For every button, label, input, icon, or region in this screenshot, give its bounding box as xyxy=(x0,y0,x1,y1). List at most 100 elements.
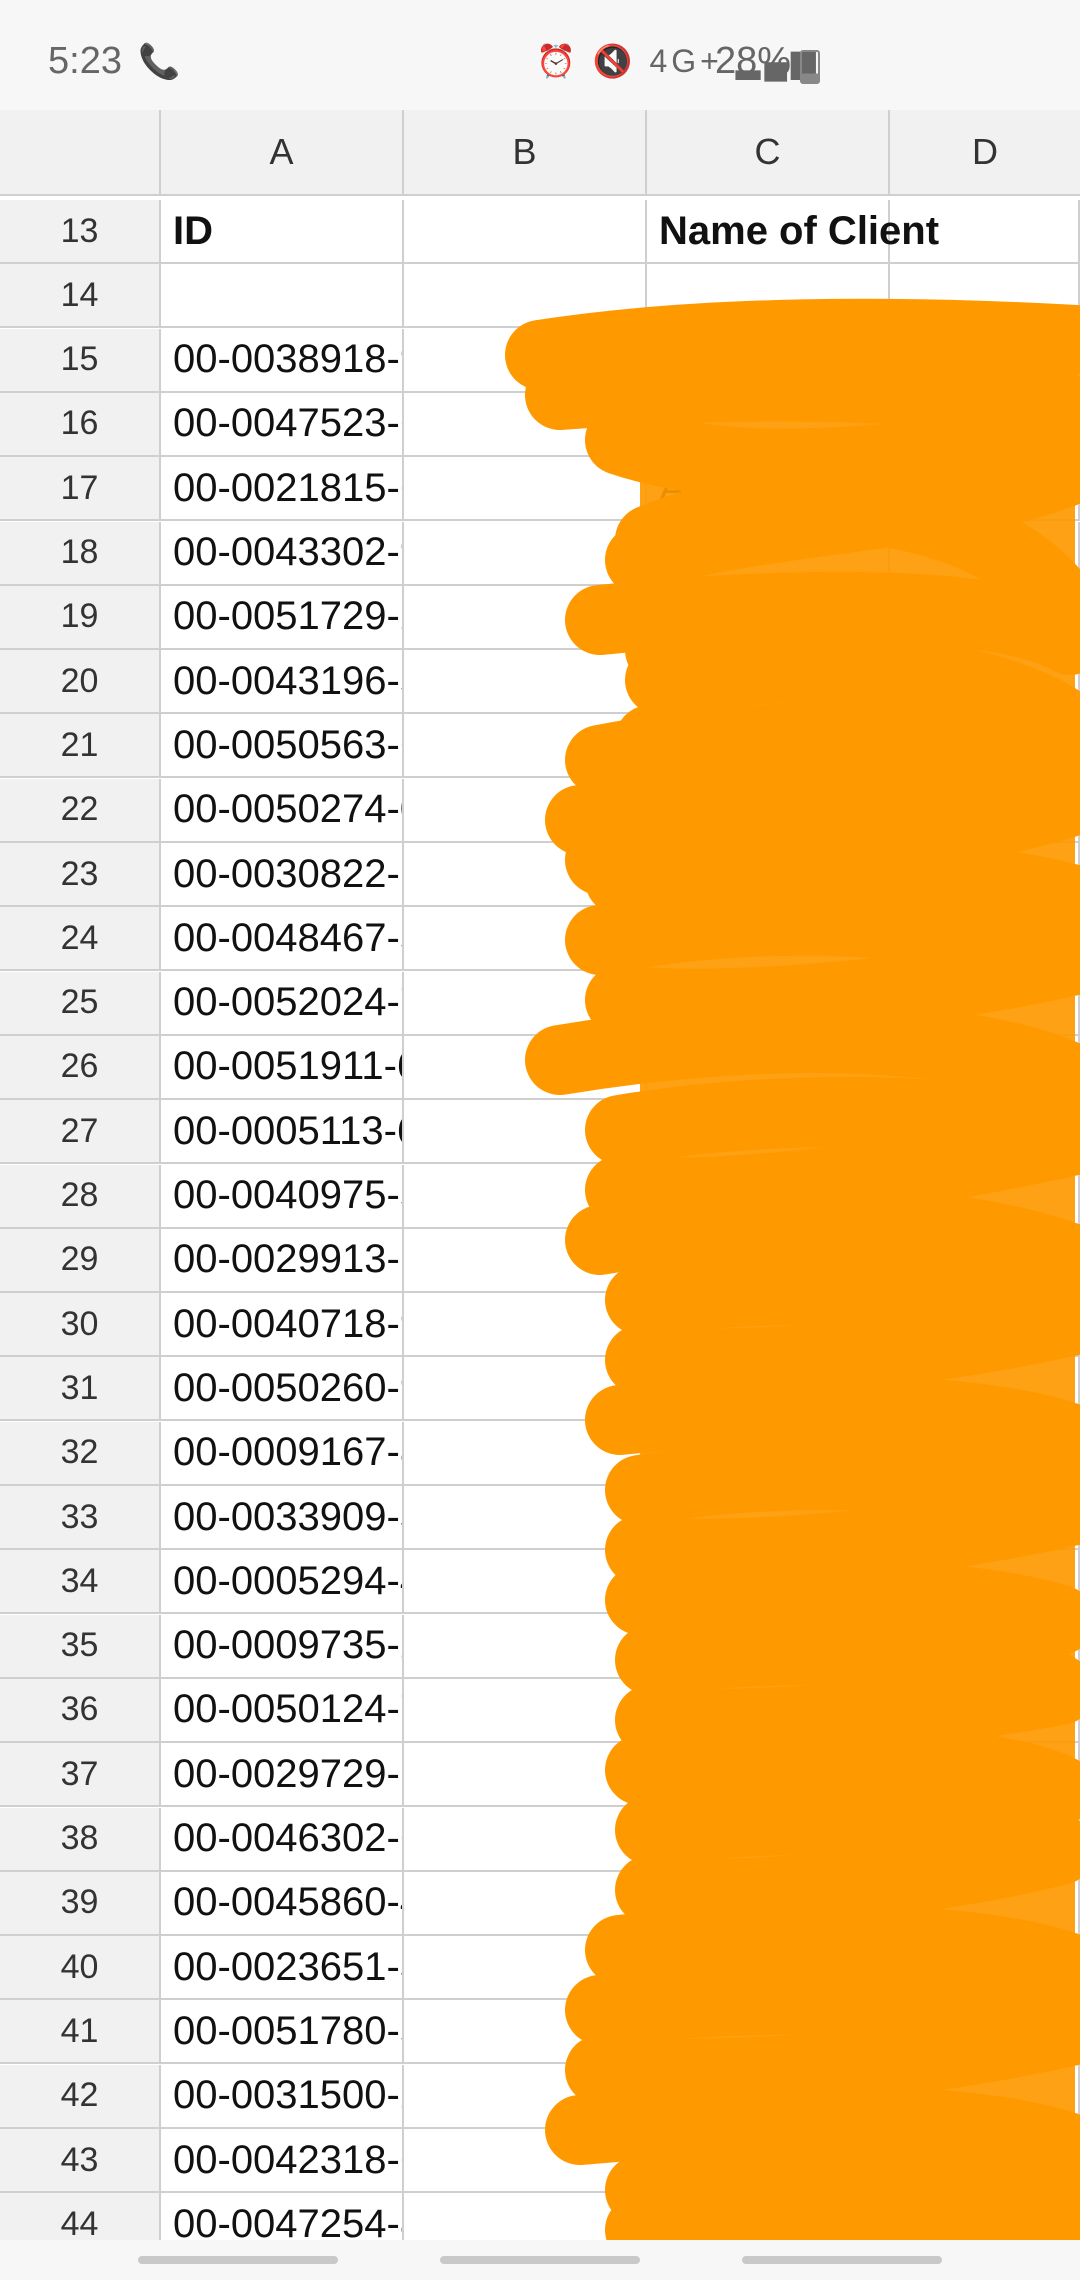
cell-b[interactable] xyxy=(404,2064,647,2127)
cell-b[interactable] xyxy=(404,1164,647,1227)
cell-d[interactable] xyxy=(890,392,1080,455)
row-number[interactable]: 32 xyxy=(0,1421,161,1484)
cell-c[interactable] xyxy=(647,1486,890,1548)
cell-d[interactable] xyxy=(890,1678,1080,1741)
column-header-c[interactable]: C xyxy=(647,110,890,194)
row-number[interactable]: 33 xyxy=(0,1486,161,1548)
cell-b[interactable] xyxy=(404,2129,647,2191)
cell-b[interactable] xyxy=(404,714,647,777)
row-number[interactable]: 23 xyxy=(0,843,161,905)
cell-d[interactable] xyxy=(890,200,1080,262)
cell-d[interactable] xyxy=(890,2064,1080,2127)
cell-a[interactable] xyxy=(161,264,404,327)
cell-d[interactable] xyxy=(890,1035,1080,1098)
cell-c[interactable]: Ap xyxy=(647,457,890,520)
cell-a[interactable]: 00-0033909-3 xyxy=(161,1486,404,1548)
cell-c[interactable] xyxy=(647,1936,890,1999)
cell-a[interactable]: 00-0040975-5 xyxy=(161,1164,404,1227)
cell-a[interactable]: 00-0045860-4 xyxy=(161,1871,404,1934)
cell-d[interactable] xyxy=(890,1228,1080,1291)
cell-b[interactable] xyxy=(404,328,647,391)
cell-d[interactable] xyxy=(890,585,1080,648)
cell-d[interactable] xyxy=(890,1100,1080,1163)
cell-c[interactable] xyxy=(647,778,890,841)
cell-c[interactable] xyxy=(647,1100,890,1163)
cell-c[interactable] xyxy=(647,264,890,327)
cell-a[interactable]: 00-0052024-7 xyxy=(161,971,404,1034)
cell-b[interactable] xyxy=(404,1678,647,1741)
cell-d[interactable] xyxy=(890,1936,1080,1999)
cell-c[interactable] xyxy=(647,1678,890,1741)
cell-d[interactable] xyxy=(890,2000,1080,2063)
cell-c[interactable] xyxy=(647,585,890,648)
nav-pill-center[interactable] xyxy=(440,2256,640,2264)
cell-a[interactable]: 00-0030822-1 xyxy=(161,843,404,905)
cell-d[interactable] xyxy=(890,1550,1080,1613)
cell-a[interactable]: 00-0031500-2 xyxy=(161,2064,404,2127)
cell-b[interactable] xyxy=(404,1100,647,1163)
row-number[interactable]: 29 xyxy=(0,1228,161,1291)
cell-b[interactable] xyxy=(404,1936,647,1999)
cell-d[interactable] xyxy=(890,1421,1080,1484)
cell-b[interactable] xyxy=(404,1807,647,1870)
cell-a[interactable]: 00-0048467-5 xyxy=(161,907,404,970)
cell-b[interactable] xyxy=(404,843,647,905)
cell-a[interactable]: 00-0050260-9 xyxy=(161,1357,404,1420)
cell-b[interactable] xyxy=(404,392,647,455)
cell-a[interactable]: 00-0023651-3 xyxy=(161,1936,404,1999)
row-number[interactable]: 26 xyxy=(0,1035,161,1098)
row-number[interactable]: 17 xyxy=(0,457,161,520)
row-number[interactable]: 19 xyxy=(0,585,161,648)
cell-a[interactable]: 00-0021815-6 xyxy=(161,457,404,520)
cell-d[interactable] xyxy=(890,1614,1080,1677)
cell-c[interactable] xyxy=(647,2193,890,2240)
select-all-corner[interactable] xyxy=(0,110,161,194)
cell-c[interactable] xyxy=(647,1228,890,1291)
cell-d[interactable] xyxy=(890,328,1080,391)
row-number[interactable]: 30 xyxy=(0,1293,161,1356)
cell-d[interactable] xyxy=(890,714,1080,777)
cell-b[interactable] xyxy=(404,1550,647,1613)
cell-b[interactable] xyxy=(404,1357,647,1420)
row-number[interactable]: 21 xyxy=(0,714,161,777)
cell-b[interactable] xyxy=(404,521,647,584)
row-number[interactable]: 22 xyxy=(0,778,161,841)
cell-d[interactable] xyxy=(890,1486,1080,1548)
row-number[interactable]: 24 xyxy=(0,907,161,970)
cell-d[interactable] xyxy=(890,2129,1080,2191)
cell-b[interactable] xyxy=(404,1293,647,1356)
cell-c[interactable] xyxy=(647,843,890,905)
cell-b[interactable] xyxy=(404,264,647,327)
cell-b[interactable] xyxy=(404,2000,647,2063)
row-number[interactable]: 20 xyxy=(0,650,161,713)
cell-c[interactable]: A xyxy=(647,392,890,455)
column-header-d[interactable]: D xyxy=(890,110,1080,194)
row-number[interactable]: 36 xyxy=(0,1678,161,1741)
row-number[interactable]: 18 xyxy=(0,521,161,584)
cell-c[interactable] xyxy=(647,1743,890,1806)
row-number[interactable]: 27 xyxy=(0,1100,161,1163)
nav-pill-right[interactable] xyxy=(742,2256,942,2264)
cell-d[interactable] xyxy=(890,1871,1080,1934)
row-number[interactable]: 16 xyxy=(0,392,161,455)
cell-d[interactable] xyxy=(890,971,1080,1034)
row-number[interactable]: 31 xyxy=(0,1357,161,1420)
cell-c[interactable] xyxy=(647,2000,890,2063)
cell-c[interactable] xyxy=(647,650,890,713)
row-number[interactable]: 35 xyxy=(0,1614,161,1677)
cell-c[interactable] xyxy=(647,1293,890,1356)
nav-pill-left[interactable] xyxy=(138,2256,338,2264)
cell-d[interactable] xyxy=(890,1293,1080,1356)
cell-b[interactable] xyxy=(404,1228,647,1291)
row-number[interactable]: 39 xyxy=(0,1871,161,1934)
cell-b[interactable] xyxy=(404,778,647,841)
cell-a[interactable]: 00-0050563-6 xyxy=(161,714,404,777)
cell-d[interactable] xyxy=(890,264,1080,327)
row-number[interactable]: 43 xyxy=(0,2129,161,2191)
cell-c[interactable] xyxy=(647,1421,890,1484)
cell-a[interactable]: 00-0029913-1 xyxy=(161,1228,404,1291)
cell-a[interactable]: 00-0047523-6 xyxy=(161,392,404,455)
cell-a[interactable]: ID xyxy=(161,200,404,262)
cell-b[interactable] xyxy=(404,907,647,970)
cell-c[interactable] xyxy=(647,1357,890,1420)
